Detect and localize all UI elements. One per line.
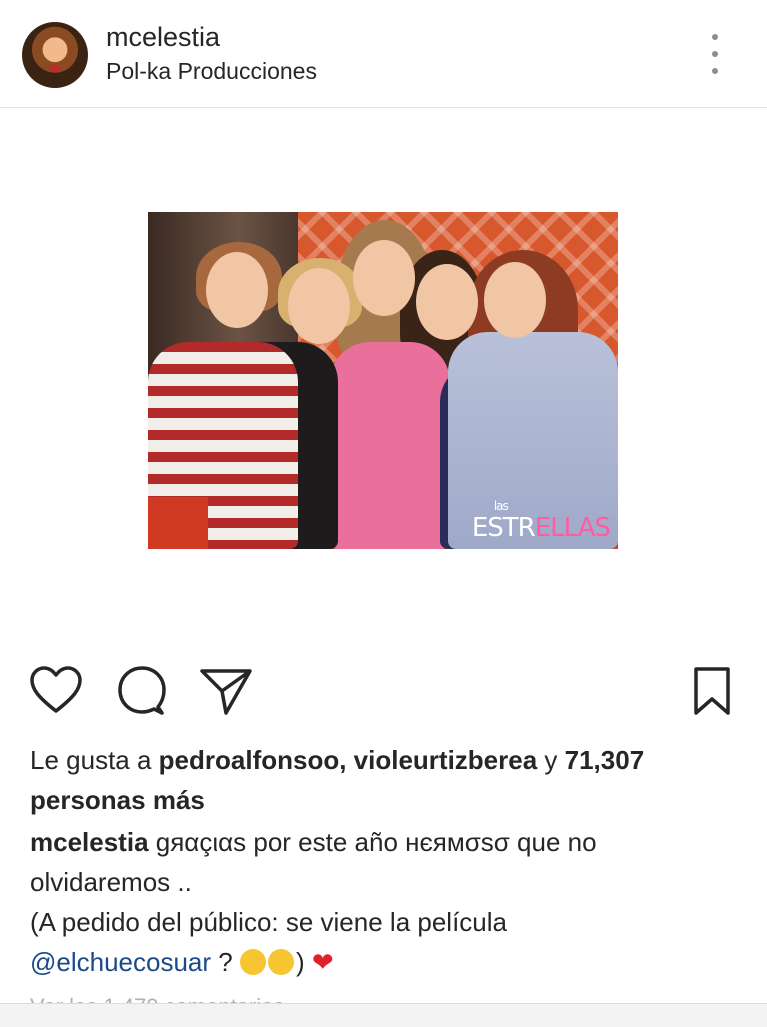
post-actions [0, 663, 767, 723]
caption-text-2: (A pedido del público: se viene la pelíc… [30, 907, 507, 937]
paper-plane-icon[interactable] [198, 663, 254, 719]
liker-username[interactable]: violeurtizberea [354, 745, 538, 775]
post-caption: mcelestia gяαçιαѕ por este año нєямσѕσ q… [30, 827, 597, 977]
post-media: las ESTRELLAS [0, 109, 767, 642]
more-vertical-icon[interactable] [700, 34, 730, 74]
red-heart-icon: ❤ [311, 947, 334, 977]
bottom-bar [0, 1003, 767, 1027]
comment-bubble-icon[interactable] [114, 663, 170, 719]
heart-outline-icon[interactable] [28, 663, 84, 719]
avatar[interactable] [22, 22, 88, 88]
bookmark-outline-icon[interactable] [684, 663, 740, 719]
post-location[interactable]: Pol-ka Producciones [106, 58, 317, 85]
post-photo[interactable]: las ESTRELLAS [148, 212, 618, 549]
likes-count: 71,307 [564, 745, 645, 775]
mention-link[interactable]: @elchuecosuar [30, 947, 211, 977]
likes-suffix: personas más [30, 785, 205, 815]
grinning-emoji-icon [239, 949, 266, 975]
caption-username[interactable]: mcelestia [30, 827, 149, 857]
post-header: mcelestia Pol-ka Producciones [0, 0, 767, 108]
winking-tongue-emoji-icon [267, 949, 294, 975]
liker-username[interactable]: pedroalfonsoo [159, 745, 340, 775]
likes-summary[interactable]: Le gusta a pedroalfonsoo, violeurtizbere… [30, 740, 730, 820]
post-username[interactable]: mcelestia [106, 22, 220, 53]
photo-logo: las ESTRELLAS [471, 499, 611, 543]
